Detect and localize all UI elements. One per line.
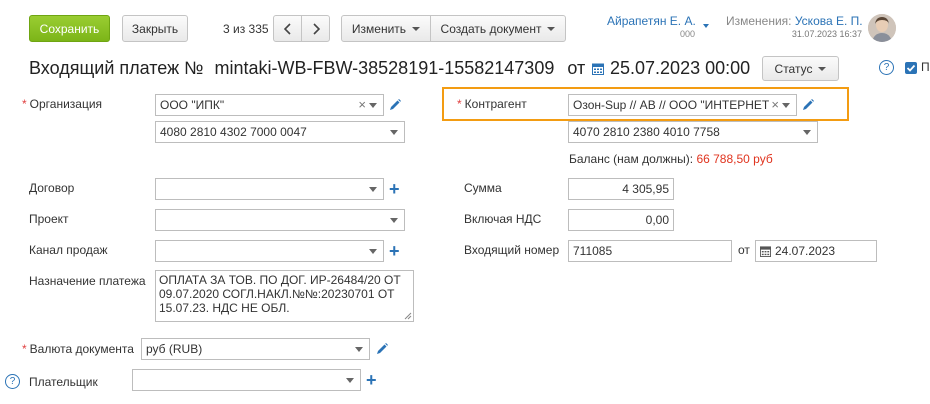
edit-menu-label: Изменить [351, 21, 407, 36]
chevron-down-icon[interactable] [369, 187, 377, 192]
status-button[interactable]: Статус [762, 56, 839, 81]
doc-title: Входящий платеж № [29, 58, 204, 78]
sales-channel-select[interactable] [155, 240, 384, 262]
chevron-down-icon[interactable] [346, 378, 354, 383]
user-photo [868, 14, 896, 42]
clear-icon[interactable]: × [358, 97, 366, 112]
org-value: ООО "ИПК" [160, 98, 225, 112]
chevron-down-icon[interactable] [369, 103, 377, 108]
help-icon[interactable]: ? [879, 60, 894, 75]
changes-info: Изменения: Ускова Е. П. 31.07.2023 16:37 [726, 14, 863, 39]
project-select[interactable] [155, 209, 405, 231]
contract-select[interactable] [155, 178, 384, 200]
incoming-from-label: от [738, 243, 750, 257]
payer-help-icon[interactable]: ? [5, 374, 20, 389]
check-icon [906, 64, 916, 72]
next-record-button[interactable] [301, 15, 330, 42]
changes-label: Изменения: [726, 14, 792, 28]
chevron-down-icon[interactable] [782, 103, 790, 108]
chevron-left-icon [283, 22, 291, 35]
incoming-date-input[interactable]: 24.07.2023 [755, 240, 877, 262]
chevron-down-icon [412, 26, 421, 31]
org-account-select[interactable]: 4080 2810 4302 7000 0047 [155, 121, 405, 143]
resize-handle-icon[interactable] [404, 312, 412, 320]
chevron-down-icon[interactable] [369, 249, 377, 254]
incoming-number-label: Входящий номер [464, 243, 560, 257]
edit-pencil-icon[interactable] [388, 98, 402, 112]
avatar[interactable] [868, 14, 896, 42]
user-sub: 000 [680, 29, 696, 39]
sum-input[interactable]: 4 305,95 [568, 178, 674, 200]
add-payer-button[interactable]: + [366, 371, 377, 389]
doc-from: от [567, 58, 586, 78]
purpose-label: Назначение платежа [29, 274, 146, 288]
save-button[interactable]: Сохранить [29, 15, 110, 42]
edit-pencil-icon[interactable] [375, 342, 389, 356]
create-document-button[interactable]: Создать документ [430, 15, 566, 42]
calendar-icon[interactable] [760, 245, 771, 257]
currency-label: * Валюта документа [22, 342, 134, 356]
add-contract-button[interactable]: + [389, 180, 400, 198]
project-label: Проект [29, 212, 69, 226]
chevron-down-icon[interactable] [803, 130, 811, 135]
page-title: Входящий платеж № mintaki-WB-FBW-3852819… [29, 58, 585, 79]
currency-value: руб (RUB) [146, 342, 203, 356]
chevron-down-icon[interactable] [390, 218, 398, 223]
changes-author[interactable]: Ускова Е. П. [795, 14, 863, 28]
chevron-down-icon [818, 66, 827, 71]
clear-icon[interactable]: × [771, 97, 779, 112]
balance-value: 66 788,50 руб [696, 152, 773, 166]
doc-number: mintaki-WB-FBW-38528191-15582147309 [214, 58, 555, 78]
checkbox-label-cut: П [921, 60, 930, 74]
purpose-value: ОПЛАТА ЗА ТОВ. ПО ДОГ. ИР-26484/20 ОТ 09… [159, 273, 401, 315]
edit-pencil-icon[interactable] [801, 98, 815, 112]
status-label: Статус [774, 61, 813, 76]
contractor-label: * Контрагент [457, 97, 527, 111]
incoming-date-value: 24.07.2023 [775, 244, 836, 258]
close-button[interactable]: Закрыть [122, 15, 188, 42]
payer-select[interactable] [132, 369, 361, 391]
chevron-down-icon[interactable] [390, 130, 398, 135]
contractor-account-value: 4070 2810 2380 4010 7758 [573, 125, 720, 139]
doc-date[interactable]: 25.07.2023 00:00 [610, 58, 750, 79]
add-sales-channel-button[interactable]: + [389, 242, 400, 260]
contract-label: Договор [29, 181, 75, 195]
changes-date: 31.07.2023 16:37 [791, 29, 862, 39]
chevron-right-icon [312, 22, 320, 35]
payer-label: Плательщик [29, 375, 98, 389]
balance-info: Баланс (нам должны): 66 788,50 руб [569, 152, 773, 166]
contractor-account-select[interactable]: 4070 2810 2380 4010 7758 [568, 121, 818, 143]
chevron-down-icon[interactable] [355, 347, 363, 352]
user-name: Айрапетян Е. А. [607, 14, 696, 28]
incoming-number-input[interactable]: 711085 [568, 240, 732, 262]
chevron-down-icon [703, 24, 709, 28]
contractor-value: Озон-Sup // АВ // ООО "ИНТЕРНЕТ [573, 98, 770, 112]
user-menu[interactable]: Айрапетян Е. А. 000 [607, 14, 711, 39]
record-counter: 3 из 335 [223, 22, 269, 36]
balance-label: Баланс (нам должны): [569, 152, 694, 166]
chevron-down-icon [547, 26, 556, 31]
currency-select[interactable]: руб (RUB) [141, 338, 370, 360]
org-account-value: 4080 2810 4302 7000 0047 [160, 125, 307, 139]
vat-label: Включая НДС [464, 212, 542, 226]
org-select[interactable]: ООО "ИПК" × [155, 94, 384, 116]
sales-channel-label: Канал продаж [29, 243, 108, 257]
checkbox[interactable] [905, 62, 917, 74]
sum-label: Сумма [464, 181, 502, 195]
prev-record-button[interactable] [273, 15, 302, 42]
contractor-select[interactable]: Озон-Sup // АВ // ООО "ИНТЕРНЕТ × [568, 94, 797, 116]
vat-input[interactable]: 0,00 [568, 209, 674, 231]
calendar-icon[interactable] [592, 62, 604, 75]
edit-menu-button[interactable]: Изменить [341, 15, 431, 42]
purpose-textarea[interactable]: ОПЛАТА ЗА ТОВ. ПО ДОГ. ИР-26484/20 ОТ 09… [155, 270, 414, 322]
org-label: * Организация [22, 97, 103, 111]
create-document-label: Создать документ [440, 21, 542, 36]
